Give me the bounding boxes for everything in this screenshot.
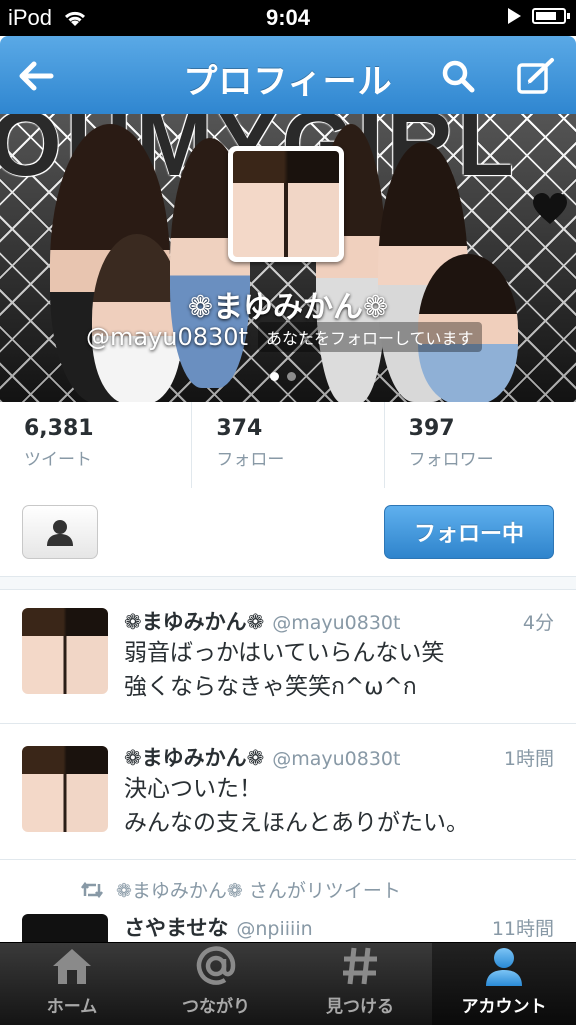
tweet-item[interactable]: ❁まゆみかん❁ @mayu0830t 4分 弱音ばっかはいていらんない笑 強くな… [0, 590, 576, 724]
status-time: 9:04 [265, 5, 311, 30]
status-right [506, 7, 570, 25]
retweet-notice-text: ❁まゆみかん❁ さんがリツイート [116, 880, 401, 902]
battery-fill [536, 12, 556, 20]
nav-bar: プロフィール [0, 36, 576, 114]
compose-icon [517, 58, 554, 94]
tweet-author-handle: @mayu0830t [272, 748, 401, 770]
stat-1[interactable]: 374 フォロー [192, 402, 385, 488]
stat-label: フォロワー [408, 450, 494, 470]
tab-label: ホーム [46, 997, 98, 1017]
page-title: プロフィール [183, 62, 393, 102]
section-separator [0, 576, 576, 590]
home-icon [53, 949, 91, 984]
page-dot [270, 372, 279, 381]
tweet-text: 弱音ばっかはいていらんない笑 強くならなきゃ笑笑ก^ω^ก [124, 636, 554, 704]
stat-label: フォロー [216, 450, 285, 470]
account-icon [486, 948, 522, 986]
play-icon [508, 8, 521, 24]
heart-icon [533, 193, 567, 224]
tweet-timestamp: 4分 [522, 612, 554, 634]
tweet-header: ❁まゆみかん❁ @mayu0830t 4分 [124, 606, 554, 636]
tweet-text: 決心ついた！ みんなの支えほんとありがたい。 [124, 772, 554, 840]
tweet-text-line: 強くならなきゃ笑笑ก^ω^ก [124, 674, 417, 700]
stat-value: 374 [216, 416, 263, 441]
stat-0[interactable]: 6,381 ツイート [0, 402, 193, 488]
following-button[interactable]: フォロー中 [384, 505, 554, 559]
tweet-text-line: 決心ついた！ [124, 776, 262, 802]
tweet-text-line: 弱音ばっかはいていらんない笑 [124, 640, 445, 666]
action-row: フォロー中 [0, 488, 576, 576]
retweet-icon [81, 881, 103, 898]
avatar-photo [233, 151, 339, 257]
stat-value: 6,381 [24, 416, 94, 441]
stat-value: 397 [408, 416, 455, 441]
tab-discover[interactable]: 見つける [288, 943, 432, 1025]
search-button[interactable] [434, 52, 482, 100]
tab-account[interactable]: アカウント [432, 943, 576, 1025]
tab-bar: ホーム つながり 見つける アカウント [0, 942, 576, 1025]
compose-button[interactable] [512, 52, 560, 100]
profile-avatar[interactable] [228, 146, 344, 262]
tweet-author-name: さやませな [124, 916, 229, 940]
tweet-header: ❁まゆみかん❁ @mayu0830t 1時間 [124, 742, 554, 772]
follows-you-badge: あなたをフォローしています [258, 322, 482, 352]
tab-label: 見つける [326, 997, 394, 1017]
stat-label: ツイート [24, 450, 92, 470]
handle-row: @mayu0830t あなたをフォローしています [86, 322, 482, 352]
tab-connect[interactable]: つながり [144, 943, 288, 1025]
tweet-timestamp: 1時間 [503, 748, 554, 770]
tweet-item[interactable]: ❁まゆみかん❁ @mayu0830t 1時間 決心ついた！ みんなの支えほんとあ… [0, 724, 576, 860]
status-bar: iPod 9:04 [0, 0, 576, 36]
tweet-avatar[interactable] [22, 746, 108, 832]
tweet-text-line: みんなの支えほんとありがたい。 [124, 810, 469, 836]
hash-icon [343, 947, 377, 985]
person-icon [47, 520, 73, 546]
tweet-header: さやませな @npiiiin 11時間 [124, 912, 554, 942]
retweet-item[interactable]: ❁まゆみかん❁ さんがリツイート さやませな @npiiiin 11時間 [0, 860, 576, 942]
tab-label: アカウント [461, 997, 547, 1017]
tweet-author-handle: @mayu0830t [272, 612, 401, 634]
profile-handle: @mayu0830t [86, 323, 248, 351]
at-icon [196, 946, 236, 985]
profile-stats: 6,381 ツイート 374 フォロー 397 フォロワー [0, 402, 576, 489]
tweet-author-name: ❁まゆみかん❁ [124, 746, 265, 770]
stat-2[interactable]: 397 フォロワー [385, 402, 576, 488]
retweet-notice: ❁まゆみかん❁ さんがリツイート [80, 876, 401, 903]
tweet-author-name: ❁まゆみかん❁ [124, 610, 265, 634]
tab-home[interactable]: ホーム [0, 943, 144, 1025]
tweet-avatar[interactable] [22, 914, 108, 942]
tab-label: つながり [182, 997, 250, 1017]
tweet-timestamp: 11時間 [491, 918, 554, 940]
search-icon [442, 60, 475, 93]
page-dot [287, 372, 296, 381]
tweet-avatar[interactable] [22, 608, 108, 694]
profile-name: ❁まゆみかん❁ [187, 290, 389, 325]
user-actions-button[interactable] [22, 505, 98, 559]
tweet-author-handle: @npiiiin [236, 918, 313, 940]
battery-icon [532, 8, 570, 24]
page-indicator[interactable] [270, 372, 296, 381]
profile-header[interactable]: OHMYGIRL ❁まゆみかん❁ @mayu0830t あなたをフォローしていま… [0, 114, 576, 402]
